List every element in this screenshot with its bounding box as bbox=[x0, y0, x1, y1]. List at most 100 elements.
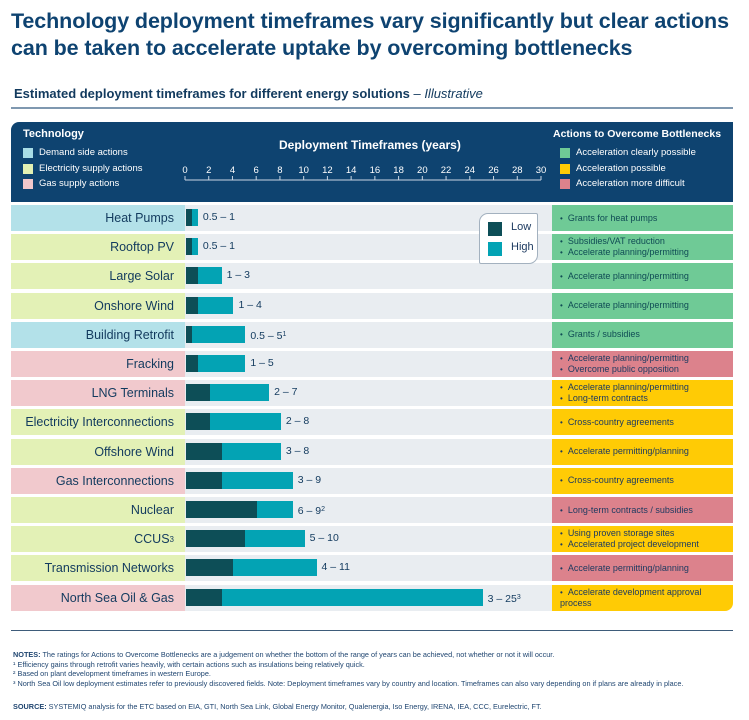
bar-low bbox=[186, 355, 198, 372]
range-text: 3 – 25 bbox=[487, 592, 517, 605]
bar-value-label: 4 – 11 bbox=[322, 559, 350, 576]
action-item: Accelerate planning/permitting bbox=[560, 353, 733, 364]
bar-value-label: 2 – 7 bbox=[274, 384, 297, 401]
chart-header: Technology Demand side actions Electrici… bbox=[11, 122, 733, 202]
bar-high bbox=[245, 530, 305, 548]
technology-name: Offshore Wind bbox=[94, 444, 174, 459]
bar-value-label: 1 – 4 bbox=[238, 297, 261, 314]
action-item: Overcome public opposition bbox=[560, 364, 733, 375]
bar-track: 1 – 3 bbox=[185, 263, 552, 290]
range-text: 2 – 8 bbox=[285, 415, 310, 428]
legend-demand-side: Demand side actions bbox=[23, 147, 128, 158]
technology-name: LNG Terminals bbox=[91, 386, 174, 401]
bar-value-label: 0.5 – 1 bbox=[203, 238, 235, 255]
technology-name: CCUS bbox=[134, 532, 170, 547]
x-axis-title: Deployment Timeframes (years) bbox=[279, 138, 461, 152]
bar-high bbox=[191, 238, 198, 256]
legend-label: Gas supply actions bbox=[39, 178, 120, 189]
action-cell: Cross-country agreements bbox=[552, 467, 733, 494]
source-label: SOURCE: bbox=[13, 702, 47, 711]
range-text: 3 – 8 bbox=[285, 444, 310, 457]
legend-low-label: Low bbox=[511, 221, 532, 233]
bar-high bbox=[197, 267, 222, 285]
action-item: Accelerate permitting/planning bbox=[560, 446, 733, 457]
subtitle-suffix: – Illustrative bbox=[409, 86, 483, 101]
bar-low bbox=[186, 588, 222, 606]
legend-swatch bbox=[23, 163, 33, 174]
legend-label: Electricity supply actions bbox=[39, 163, 143, 174]
action-item: Cross-country agreements bbox=[560, 417, 733, 428]
actions-heading: Actions to Overcome Bottlenecks bbox=[553, 128, 722, 140]
footnote-marker: 3 bbox=[516, 593, 521, 601]
legend-label: Demand side actions bbox=[39, 147, 128, 158]
legend-swatch bbox=[23, 147, 33, 158]
bar-high bbox=[191, 209, 198, 226]
action-item: Accelerate development approval process bbox=[560, 587, 725, 609]
action-cell: Accelerate development approval process bbox=[552, 584, 733, 611]
page-title: Technology deployment timeframes vary si… bbox=[11, 9, 729, 60]
bar-high bbox=[197, 296, 234, 314]
bar-track: 2 – 8 bbox=[185, 409, 552, 436]
notes-main: NOTES: The ratings for Actions to Overco… bbox=[13, 650, 743, 660]
action-cell: Accelerate permitting/planning bbox=[552, 438, 733, 465]
action-item: Using proven storage sites bbox=[560, 528, 733, 539]
row-label: Electricity Interconnections bbox=[11, 409, 185, 436]
bar-value-label: 3 – 8 bbox=[286, 443, 309, 460]
bottom-divider bbox=[11, 630, 733, 631]
bar-low bbox=[186, 267, 198, 285]
bar-high bbox=[221, 471, 293, 489]
technology-name: Electricity Interconnections bbox=[25, 415, 174, 430]
technology-name: Fracking bbox=[126, 357, 174, 371]
technology-name: Heat Pumps bbox=[105, 211, 174, 225]
action-item: Grants / subsidies bbox=[560, 329, 733, 340]
range-text: 5 – 10 bbox=[309, 532, 339, 545]
row-label: Building Retrofit bbox=[11, 321, 185, 348]
range-text: 0.5 – 1 bbox=[202, 211, 235, 223]
row-label: Nuclear bbox=[11, 497, 185, 523]
notes-text: The ratings for Actions to Overcome Bott… bbox=[40, 650, 555, 659]
action-cell: Accelerate planning/permittingLong-term … bbox=[552, 380, 733, 407]
bar-track: 5 – 10 bbox=[185, 526, 552, 553]
footnote-3: ³ North Sea Oil low deployment estimates… bbox=[13, 678, 684, 688]
bar-low bbox=[186, 296, 198, 314]
action-cell: Cross-country agreements bbox=[552, 409, 733, 436]
bar-low bbox=[186, 384, 210, 402]
action-item: Accelerate planning/permitting bbox=[560, 300, 733, 311]
action-cell: Long-term contracts / subsidies bbox=[552, 497, 733, 523]
technology-heading: Technology bbox=[23, 128, 84, 140]
legend-low-swatch bbox=[488, 222, 502, 236]
legend-swatch bbox=[560, 163, 570, 174]
bar-low bbox=[186, 501, 258, 518]
legend-swatch bbox=[23, 178, 33, 189]
bar-low bbox=[186, 559, 234, 577]
legend-label: Acceleration clearly possible bbox=[576, 147, 696, 158]
action-cell: Accelerate planning/permittingOvercome p… bbox=[552, 351, 733, 377]
bar-value-label: 6 – 92 bbox=[298, 501, 325, 518]
bar-high bbox=[209, 384, 270, 402]
technology-name: Transmission Networks bbox=[44, 561, 174, 576]
legend-high-label: High bbox=[511, 241, 534, 253]
action-cell: Grants for heat pumps bbox=[552, 205, 733, 231]
action-cell: Using proven storage sitesAccelerated pr… bbox=[552, 526, 733, 553]
technology-name: Rooftop PV bbox=[110, 240, 174, 255]
action-item: Grants for heat pumps bbox=[560, 213, 733, 224]
bar-high bbox=[209, 413, 281, 431]
footnote-marker: 1 bbox=[282, 330, 287, 338]
row-label: Gas Interconnections bbox=[11, 467, 185, 494]
technology-name: Building Retrofit bbox=[85, 327, 174, 342]
range-text: 3 – 9 bbox=[297, 473, 322, 486]
bar-value-label: 1 – 5 bbox=[250, 355, 273, 372]
bar-value-label: 0.5 – 51 bbox=[250, 326, 286, 343]
action-item: Accelerate planning/permitting bbox=[560, 271, 733, 282]
row-label: North Sea Oil & Gas bbox=[11, 584, 185, 611]
bar-track: 3 – 9 bbox=[185, 467, 552, 494]
bar-track: 0.5 – 51 bbox=[185, 321, 552, 348]
footnote-2: ² Based on plant development timeframes … bbox=[13, 669, 211, 679]
bar-value-label: 3 – 253 bbox=[488, 589, 521, 606]
bar-value-label: 1 – 3 bbox=[227, 267, 250, 284]
legend-clearly-possible: Acceleration clearly possible bbox=[560, 147, 696, 158]
bar-low bbox=[186, 413, 210, 431]
bar-high bbox=[257, 501, 293, 518]
technology-name: Large Solar bbox=[109, 269, 174, 284]
footnote-marker: 2 bbox=[321, 506, 326, 513]
